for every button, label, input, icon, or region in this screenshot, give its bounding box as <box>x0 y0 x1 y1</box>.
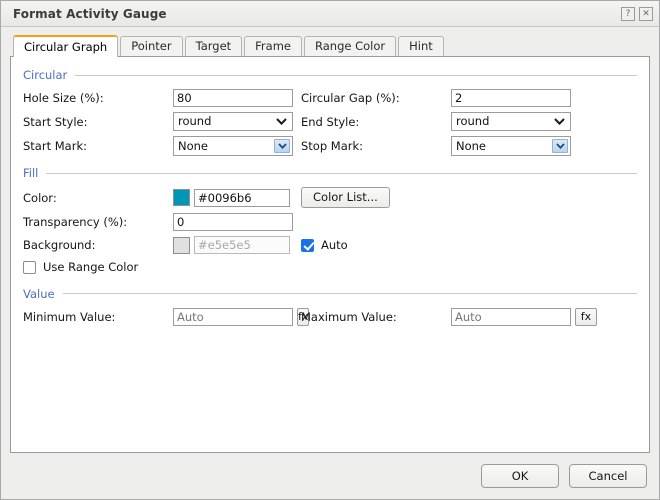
start-mark-label: Start Mark: <box>23 139 173 153</box>
dialog-titlebar: Format Activity Gauge ? ✕ <box>1 1 659 27</box>
fill-group-header: Fill <box>23 165 637 181</box>
stop-mark-select[interactable]: None <box>451 136 571 156</box>
auto-checkbox[interactable]: Auto <box>301 238 348 252</box>
end-style-label: End Style: <box>301 115 451 129</box>
color-input[interactable] <box>194 189 290 207</box>
dialog-body: Circular Graph Pointer Target Frame Rang… <box>1 27 659 453</box>
chevron-down-icon <box>276 113 287 130</box>
tab-pointer[interactable]: Pointer <box>120 36 182 56</box>
tab-target[interactable]: Target <box>185 36 243 56</box>
start-mark-value: None <box>178 139 208 153</box>
color-list-button[interactable]: Color List... <box>301 187 390 208</box>
start-style-field-cell: round <box>173 112 301 131</box>
background-label: Background: <box>23 238 173 252</box>
fill-group-rule <box>46 173 637 174</box>
titlebar-buttons: ? ✕ <box>621 7 653 21</box>
use-range-color-label: Use Range Color <box>43 260 138 274</box>
hole-size-label: Hole Size (%): <box>23 91 173 105</box>
color-field-cell <box>173 189 301 207</box>
circular-group-grid: Hole Size (%): Circular Gap (%): Start S… <box>23 89 637 156</box>
end-style-value: round <box>456 114 489 128</box>
start-mark-field-cell: None <box>173 136 301 156</box>
tab-circular-graph[interactable]: Circular Graph <box>13 35 118 57</box>
tab-frame[interactable]: Frame <box>244 36 302 56</box>
chevron-down-icon <box>552 139 568 153</box>
close-icon[interactable]: ✕ <box>639 7 653 21</box>
maximum-value-fx-button[interactable]: fx <box>575 308 597 326</box>
end-style-cell: End Style: round <box>301 112 637 131</box>
value-group-header: Value <box>23 286 637 302</box>
background-input <box>194 236 290 254</box>
fill-group-title: Fill <box>23 166 46 180</box>
dialog-title: Format Activity Gauge <box>13 7 621 21</box>
minimum-value-label: Minimum Value: <box>23 310 173 324</box>
start-mark-select[interactable]: None <box>173 136 293 156</box>
chevron-down-icon <box>274 139 290 153</box>
cancel-button[interactable]: Cancel <box>569 464 647 488</box>
start-style-value: round <box>178 114 211 128</box>
color-label: Color: <box>23 191 173 205</box>
tab-hint[interactable]: Hint <box>398 36 444 56</box>
end-style-select[interactable]: round <box>451 112 571 131</box>
minimum-value-field-cell: fx <box>173 308 301 326</box>
transparency-field-cell <box>173 213 301 231</box>
stop-mark-cell: Stop Mark: None <box>301 136 637 156</box>
transparency-label: Transparency (%): <box>23 215 173 229</box>
maximum-value-label: Maximum Value: <box>301 310 451 324</box>
color-swatch[interactable] <box>173 189 190 206</box>
start-style-label: Start Style: <box>23 115 173 129</box>
maximum-value-input[interactable] <box>451 308 571 326</box>
auto-label: Auto <box>321 238 348 252</box>
circular-group-title: Circular <box>23 68 75 82</box>
chevron-down-icon <box>554 113 565 130</box>
help-icon[interactable]: ? <box>621 7 635 21</box>
auto-checkbox-cell: Auto <box>301 238 637 252</box>
color-list-cell: Color List... <box>301 187 637 208</box>
checkbox-box <box>301 239 314 252</box>
circular-graph-panel: Circular Hole Size (%): Circular Gap (%)… <box>10 56 650 453</box>
start-style-select[interactable]: round <box>173 112 293 131</box>
hole-size-input[interactable] <box>173 89 293 107</box>
spacer-fill-value <box>23 277 637 286</box>
circular-group-header: Circular <box>23 67 637 83</box>
ok-button[interactable]: OK <box>481 464 559 488</box>
maximum-value-cell: Maximum Value: fx <box>301 308 637 326</box>
use-range-color-checkbox[interactable]: Use Range Color <box>23 260 138 274</box>
tab-range-color[interactable]: Range Color <box>304 36 396 56</box>
format-activity-gauge-dialog: Format Activity Gauge ? ✕ Circular Graph… <box>0 0 660 500</box>
stop-mark-label: Stop Mark: <box>301 139 451 153</box>
hole-size-field-cell <box>173 89 301 107</box>
background-field-cell <box>173 236 301 254</box>
tabstrip: Circular Graph Pointer Target Frame Rang… <box>10 34 650 56</box>
value-group-rule <box>63 293 637 294</box>
stop-mark-value: None <box>456 139 486 153</box>
spacer-circular-fill <box>23 156 637 165</box>
use-range-color-row: Use Range Color <box>23 259 637 277</box>
value-group-title: Value <box>23 287 63 301</box>
circular-gap-input[interactable] <box>451 89 571 107</box>
minimum-value-input[interactable] <box>173 308 293 326</box>
background-swatch <box>173 237 190 254</box>
value-group-grid: Minimum Value: fx Maximum Value: fx <box>23 308 637 326</box>
circular-group-rule <box>75 75 637 76</box>
checkbox-box <box>23 261 36 274</box>
fill-group-grid: Color: Color List... Transparency (%): B… <box>23 187 637 277</box>
circular-gap-label: Circular Gap (%): <box>301 91 451 105</box>
dialog-footer: OK Cancel <box>1 453 659 499</box>
transparency-input[interactable] <box>173 213 293 231</box>
circular-gap-cell: Circular Gap (%): <box>301 89 637 107</box>
